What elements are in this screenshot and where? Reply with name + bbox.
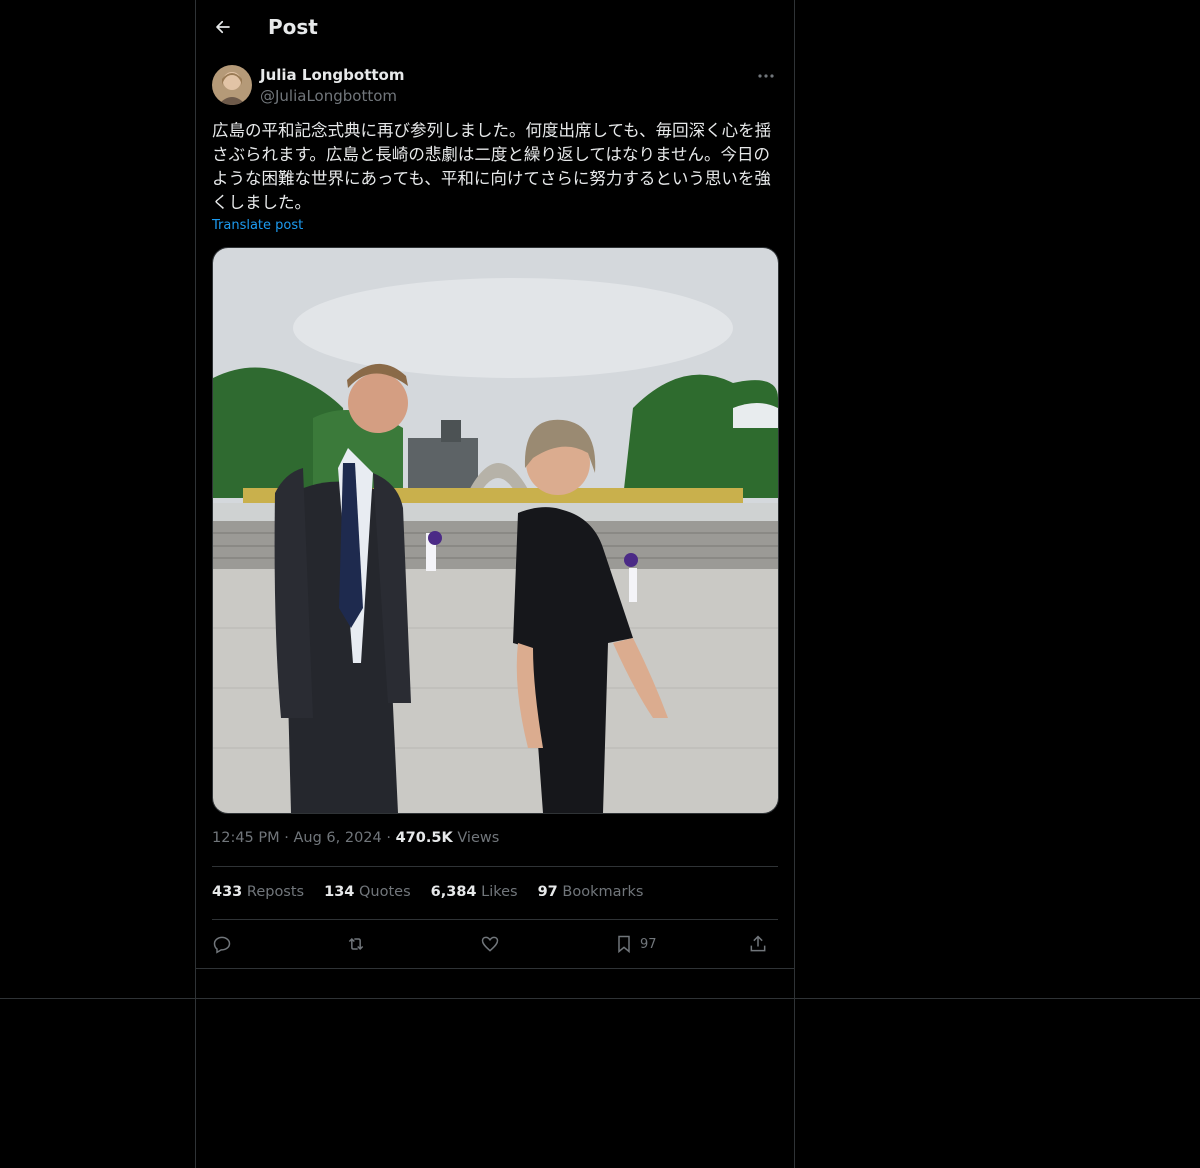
likes-stat[interactable]: 6,384 Likes [431, 884, 518, 900]
likes-count: 6,384 [430, 884, 477, 900]
engagement-stats: 433 Reposts 134 Quotes 6,384 Likes 97 Bo… [212, 884, 643, 900]
bookmark-action-count: 97 [640, 936, 657, 952]
views-count: 470.5K [395, 830, 453, 846]
bottom-divider [0, 998, 1200, 999]
back-button[interactable] [210, 14, 236, 40]
reply-icon [213, 936, 231, 954]
author-handle[interactable]: @JuliaLongbottom [260, 87, 397, 105]
share-button[interactable] [748, 930, 768, 958]
repost-button[interactable] [346, 930, 366, 958]
bookmarks-stat[interactable]: 97 Bookmarks [538, 884, 644, 900]
post-time[interactable]: 12:45 PM [212, 830, 280, 846]
post-text: 広島の平和記念式典に再び参列しました。何度出席しても、毎回深く心を揺さぶられます… [212, 121, 772, 212]
meta-separator: · [386, 830, 396, 846]
bookmarks-count: 97 [537, 884, 558, 900]
reposts-stat[interactable]: 433 Reposts [212, 884, 304, 900]
more-options-button[interactable] [754, 66, 778, 86]
more-horizontal-icon [758, 74, 774, 78]
app-root: Post Julia Longbottom @JuliaLongbottom 広… [0, 0, 1200, 1168]
quotes-label: Quotes [359, 884, 411, 900]
author-name[interactable]: Julia Longbottom [260, 66, 405, 84]
bookmark-button[interactable]: 97 [614, 930, 657, 958]
page-title: Post [268, 15, 318, 39]
share-icon [750, 935, 766, 952]
reposts-count: 433 [212, 884, 243, 900]
quotes-count: 134 [324, 884, 355, 900]
reply-button[interactable] [212, 930, 232, 958]
translate-post-link[interactable]: Translate post [212, 218, 303, 233]
action-bar: 97 [212, 930, 778, 958]
arrow-left-icon [216, 20, 230, 34]
views-label: Views [457, 830, 500, 846]
repost-icon [348, 937, 364, 951]
heart-icon [481, 936, 499, 952]
post-meta: 12:45 PM · Aug 6, 2024 · 470.5K Views [212, 830, 499, 846]
bookmarks-label: Bookmarks [562, 884, 644, 900]
meta-divider [212, 866, 778, 867]
likes-label: Likes [481, 884, 518, 900]
post-photo[interactable] [212, 247, 779, 814]
like-button[interactable] [480, 930, 500, 958]
post-column: Post Julia Longbottom @JuliaLongbottom 広… [196, 0, 794, 969]
author-row: Julia Longbottom @JuliaLongbottom [212, 64, 778, 108]
avatar[interactable] [212, 65, 252, 105]
post-date[interactable]: Aug 6, 2024 [293, 830, 381, 846]
photo-image [213, 248, 778, 813]
bookmark-icon [618, 935, 630, 954]
reposts-label: Reposts [246, 884, 305, 900]
quotes-stat[interactable]: 134 Quotes [324, 884, 411, 900]
column-border-right [794, 0, 795, 1168]
stats-divider [212, 919, 778, 920]
post-header: Post [196, 0, 794, 54]
